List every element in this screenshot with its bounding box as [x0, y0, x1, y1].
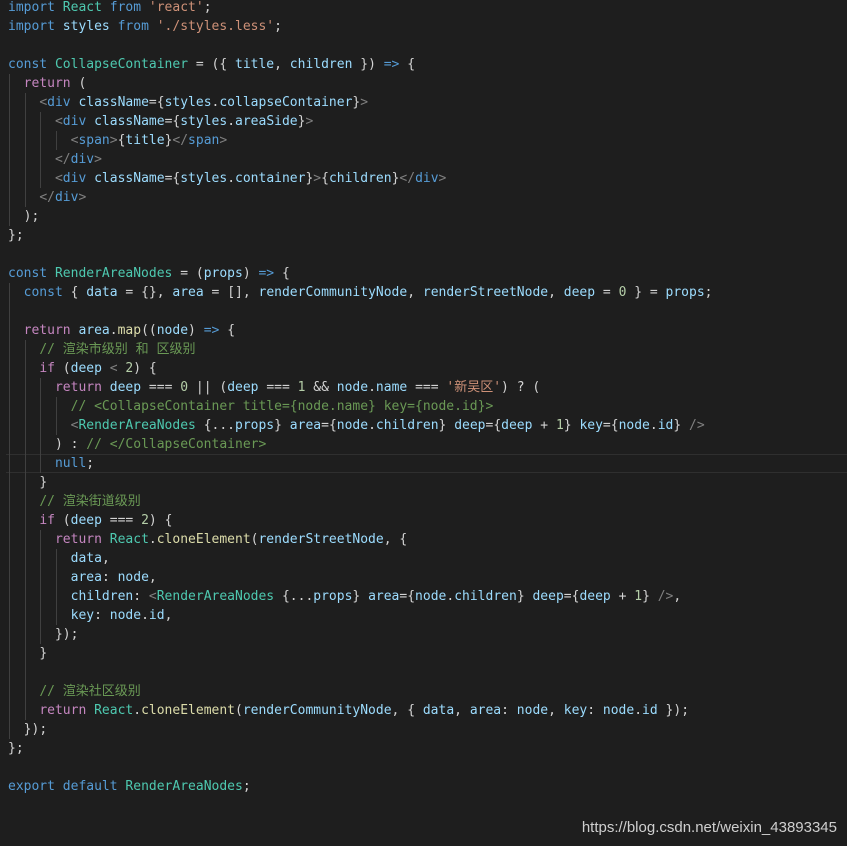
code-line[interactable]: <div className={styles.container}>{child…	[8, 169, 446, 188]
code-line[interactable]: return (	[8, 74, 87, 93]
code-line[interactable]: );	[8, 207, 40, 226]
code-line[interactable]: }	[8, 473, 47, 492]
code-line[interactable]: }	[8, 644, 47, 663]
code-line[interactable]: <RenderAreaNodes {...props} area={node.c…	[8, 416, 705, 435]
code-line[interactable]: return deep === 0 || (deep === 1 && node…	[8, 378, 540, 397]
code-line[interactable]: key: node.id,	[8, 606, 173, 625]
code-line[interactable]: };	[8, 739, 24, 758]
code-line[interactable]: children: <RenderAreaNodes {...props} ar…	[8, 587, 682, 606]
code-line[interactable]: return area.map((node) => {	[8, 321, 235, 340]
code-line[interactable]: const { data = {}, area = [], renderComm…	[8, 283, 713, 302]
code-line[interactable]: const CollapseContainer = ({ title, chil…	[8, 55, 415, 74]
code-line[interactable]: null;	[8, 454, 94, 473]
code-line[interactable]: };	[8, 226, 24, 245]
code-line[interactable]: </div>	[8, 150, 102, 169]
code-line[interactable]: if (deep === 2) {	[8, 511, 172, 530]
code-line[interactable]: if (deep < 2) {	[8, 359, 156, 378]
code-line[interactable]: ) : // </CollapseContainer>	[8, 435, 266, 454]
code-line[interactable]: import React from 'react';	[8, 0, 212, 17]
code-line[interactable]: area: node,	[8, 568, 157, 587]
code-line[interactable]: });	[8, 720, 47, 739]
code-line[interactable]: // 渲染市级别 和 区级别	[8, 340, 195, 359]
code-line[interactable]: <div className={styles.collapseContainer…	[8, 93, 368, 112]
code-line[interactable]: // <CollapseContainer title={node.name} …	[8, 397, 494, 416]
code-line[interactable]: return React.cloneElement(renderStreetNo…	[8, 530, 407, 549]
code-line[interactable]: return React.cloneElement(renderCommunit…	[8, 701, 689, 720]
current-line-highlight	[6, 454, 847, 473]
code-line[interactable]: });	[8, 625, 78, 644]
code-editor[interactable]: import React from 'react'; import styles …	[0, 0, 847, 846]
code-line[interactable]: // 渲染社区级别	[8, 682, 140, 701]
code-line[interactable]: <span>{title}</span>	[8, 131, 228, 150]
code-line[interactable]: import styles from './styles.less';	[8, 17, 282, 36]
code-line[interactable]: const RenderAreaNodes = (props) => {	[8, 264, 290, 283]
code-line[interactable]: <div className={styles.areaSide}>	[8, 112, 313, 131]
watermark: https://blog.csdn.net/weixin_43893345	[581, 819, 837, 836]
code-line[interactable]: export default RenderAreaNodes;	[8, 777, 251, 796]
code-line[interactable]: // 渲染街道级别	[8, 492, 140, 511]
code-line[interactable]: </div>	[8, 188, 86, 207]
code-line[interactable]: data,	[8, 549, 110, 568]
